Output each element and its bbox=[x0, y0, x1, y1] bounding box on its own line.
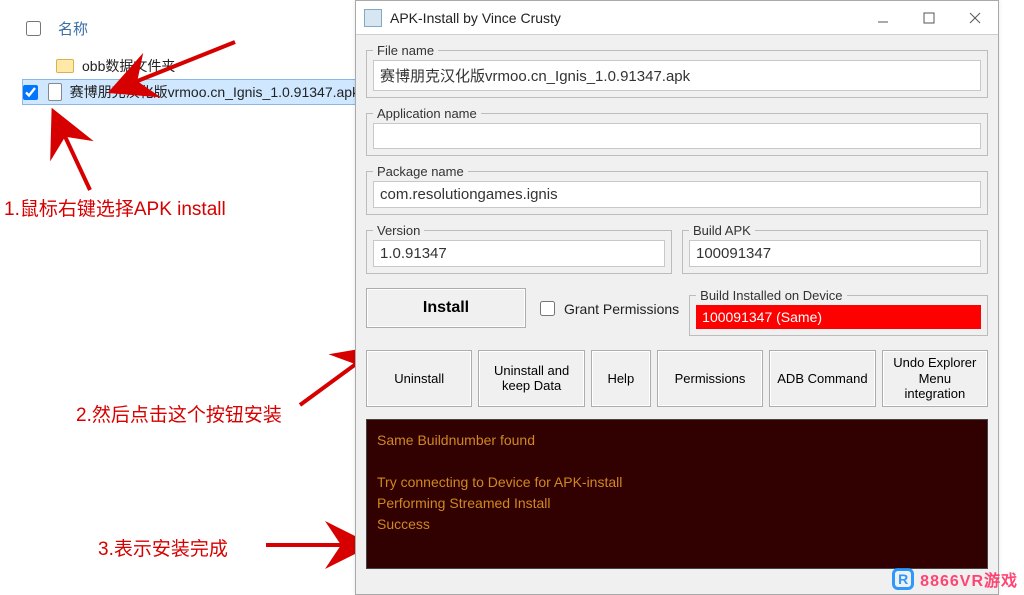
file-name-value[interactable]: 赛博朋克汉化版vrmoo.cn_Ignis_1.0.91347.apk bbox=[373, 60, 981, 91]
undo-integration-button[interactable]: Undo Explorer Menu integration bbox=[882, 350, 988, 407]
pkg-name-label: Package name bbox=[373, 164, 468, 179]
app-name-group: Application name bbox=[366, 106, 988, 156]
grant-permissions-label: Grant Permissions bbox=[564, 301, 679, 317]
window-title: APK-Install by Vince Crusty bbox=[390, 10, 860, 26]
help-button[interactable]: Help bbox=[591, 350, 651, 407]
file-icon bbox=[48, 83, 62, 101]
version-label: Version bbox=[373, 223, 424, 238]
minimize-button[interactable] bbox=[860, 1, 906, 34]
adb-command-button[interactable]: ADB Command bbox=[769, 350, 875, 407]
console-output[interactable]: Same Buildnumber found Try connecting to… bbox=[366, 419, 988, 569]
file-name-group: File name 赛博朋克汉化版vrmoo.cn_Ignis_1.0.9134… bbox=[366, 43, 988, 98]
folder-icon bbox=[56, 59, 74, 73]
column-name[interactable]: 名称 bbox=[58, 18, 88, 39]
row-checkbox[interactable] bbox=[23, 85, 38, 100]
pkg-name-value[interactable]: com.resolutiongames.ignis bbox=[373, 181, 981, 208]
apk-install-dialog: APK-Install by Vince Crusty File name 赛博… bbox=[355, 0, 999, 595]
close-button[interactable] bbox=[952, 1, 998, 34]
uninstall-keep-button[interactable]: Uninstall and keep Data bbox=[478, 350, 584, 407]
build-device-value: 100091347 (Same) bbox=[696, 305, 981, 329]
build-apk-group: Build APK 100091347 bbox=[682, 223, 988, 274]
list-item[interactable]: obb数据文件夹 bbox=[22, 53, 360, 79]
select-all-checkbox[interactable] bbox=[26, 21, 41, 36]
grant-permissions-input[interactable] bbox=[540, 301, 555, 316]
uninstall-button[interactable]: Uninstall bbox=[366, 350, 472, 407]
build-device-label: Build Installed on Device bbox=[696, 288, 846, 303]
file-explorer-panel: 名称 obb数据文件夹 赛博朋克汉化版vrmoo.cn_Ignis_1.0.91… bbox=[0, 0, 360, 595]
pkg-name-group: Package name com.resolutiongames.ignis bbox=[366, 164, 988, 215]
folder-label: obb数据文件夹 bbox=[82, 56, 175, 76]
install-button[interactable]: Install bbox=[366, 288, 526, 328]
permissions-button[interactable]: Permissions bbox=[657, 350, 763, 407]
annotation-1: 1.鼠标右键选择APK install bbox=[4, 194, 226, 221]
version-value[interactable]: 1.0.91347 bbox=[373, 240, 665, 267]
file-name-label: File name bbox=[373, 43, 438, 58]
app-name-label: Application name bbox=[373, 106, 481, 121]
build-apk-label: Build APK bbox=[689, 223, 755, 238]
app-name-value[interactable] bbox=[373, 123, 981, 149]
build-apk-value[interactable]: 100091347 bbox=[689, 240, 981, 267]
version-group: Version 1.0.91347 bbox=[366, 223, 672, 274]
titlebar[interactable]: APK-Install by Vince Crusty bbox=[356, 1, 998, 35]
watermark: R 8866VR游戏 bbox=[892, 567, 1018, 591]
annotation-2: 2.然后点击这个按钮安装 bbox=[76, 400, 282, 427]
list-item[interactable]: 赛博朋克汉化版vrmoo.cn_Ignis_1.0.91347.apk bbox=[22, 79, 360, 105]
watermark-text: 8866VR游戏 bbox=[920, 567, 1018, 591]
annotation-3: 3.表示安装完成 bbox=[98, 534, 228, 561]
explorer-header: 名称 bbox=[22, 18, 360, 39]
build-device-group: Build Installed on Device 100091347 (Sam… bbox=[689, 288, 988, 336]
file-label: 赛博朋克汉化版vrmoo.cn_Ignis_1.0.91347.apk bbox=[70, 82, 355, 102]
app-icon bbox=[364, 9, 382, 27]
grant-permissions-checkbox[interactable]: Grant Permissions bbox=[536, 298, 679, 319]
maximize-button[interactable] bbox=[906, 1, 952, 34]
watermark-logo: R bbox=[892, 568, 914, 590]
